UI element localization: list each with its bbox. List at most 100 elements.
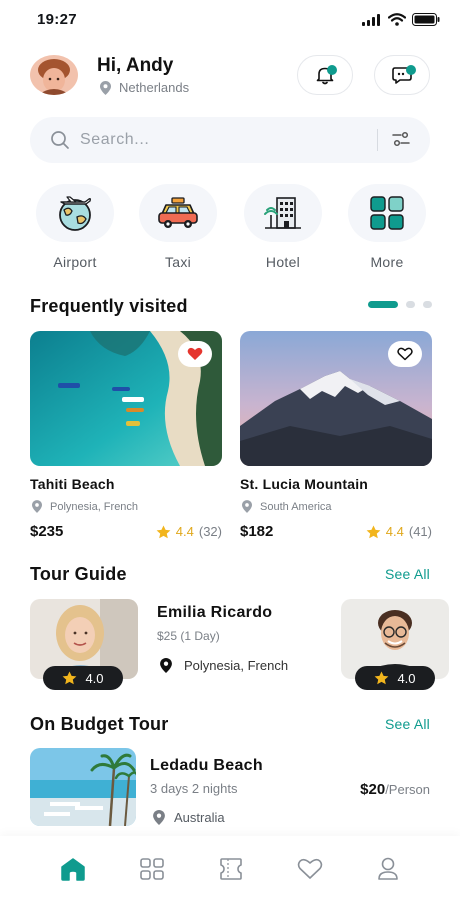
star-icon [375, 671, 389, 685]
greeting: Hi, Andy [97, 55, 174, 76]
guide-rating-badge: 4.0 [355, 666, 435, 690]
resort-photo [30, 748, 136, 826]
place-image-tahiti [30, 331, 222, 466]
budget-tour-title: On Budget Tour [30, 714, 169, 734]
heart-outline-icon [397, 347, 413, 361]
budget-tour-see-all-link[interactable]: See All [385, 716, 430, 732]
category-more-label: More [370, 254, 404, 270]
user-location-text: Netherlands [119, 80, 190, 95]
pager-dot-active[interactable] [368, 301, 398, 308]
location-pin-icon [160, 658, 172, 673]
place-card-tahiti[interactable]: Tahiti Beach Polynesia, French $235 4.4 … [30, 331, 222, 540]
place-name: St. Lucia Mountain [240, 476, 369, 492]
place-image-st-lucia [240, 331, 432, 466]
budget-tour-price-value: $20 [360, 781, 386, 798]
location-pin-icon [100, 80, 111, 95]
nav-favorites[interactable] [295, 856, 325, 882]
rating-count: (32) [198, 524, 222, 539]
status-bar: 19:27 [0, 0, 460, 40]
place-location-text: Polynesia, French [50, 500, 139, 513]
search-input[interactable] [80, 125, 370, 155]
budget-tour-location-text: Australia [174, 810, 225, 825]
budget-tour-image[interactable] [30, 748, 136, 826]
notifications-button[interactable] [297, 55, 353, 95]
hotel-icon [264, 197, 301, 229]
budget-tour-price: $20/Person [360, 781, 430, 798]
category-hotel-label: Hotel [265, 254, 301, 270]
taxi-icon [158, 197, 198, 228]
search-divider [377, 129, 378, 151]
nav-tickets[interactable] [216, 856, 246, 882]
nav-home[interactable] [58, 856, 88, 882]
guide-location-text: Polynesia, French [184, 658, 289, 673]
category-airport-label: Airport [53, 254, 97, 270]
place-rating: 4.4 (41) [366, 524, 432, 539]
category-hotel-circle [244, 184, 322, 242]
grid-icon [140, 858, 164, 880]
place-card-st-lucia[interactable]: St. Lucia Mountain South America $182 4.… [240, 331, 432, 540]
nav-explore[interactable] [137, 856, 167, 882]
avatar[interactable] [30, 55, 78, 95]
place-location: Polynesia, French [30, 500, 222, 513]
budget-tour-duration: 3 days 2 nights [150, 781, 238, 796]
avatar-image [30, 55, 78, 95]
rating-value: 4.4 [175, 524, 194, 539]
category-more[interactable]: More [347, 184, 427, 270]
category-airport-circle [36, 184, 114, 242]
airport-globe-icon [59, 196, 92, 231]
nav-profile[interactable] [373, 856, 403, 882]
heart-filled-icon [187, 347, 203, 360]
star-icon [63, 671, 77, 685]
category-airport[interactable]: Airport [35, 184, 115, 270]
filter-icon[interactable] [392, 131, 410, 147]
place-price: $235 [30, 523, 64, 540]
favorite-button[interactable] [388, 341, 422, 367]
guide-info[interactable]: Emilia Ricardo $25 (1 Day) Polynesia, Fr… [157, 604, 337, 673]
signal-icon [362, 13, 380, 26]
frequently-visited-title: Frequently visited [30, 296, 188, 316]
category-more-circle [348, 184, 426, 242]
tour-guide-see-all-link[interactable]: See All [385, 566, 430, 582]
guide-location: Polynesia, French [157, 658, 337, 673]
guide-rating-badge: 4.0 [43, 666, 123, 690]
category-taxi-label: Taxi [164, 254, 192, 270]
status-time: 19:27 [37, 11, 77, 28]
pager-dot[interactable] [406, 301, 415, 308]
place-meta: $182 4.4 (41) [240, 523, 432, 540]
budget-tour-location: Australia [150, 810, 263, 825]
heart-icon [297, 858, 323, 879]
battery-icon [412, 13, 440, 26]
user-location: Netherlands [100, 80, 189, 95]
rating-value: 4.4 [385, 524, 404, 539]
category-taxi-circle [139, 184, 217, 242]
location-pin-icon [32, 500, 42, 513]
place-rating: 4.4 (32) [156, 524, 222, 539]
budget-tour-name: Ledadu Beach [150, 757, 263, 774]
place-name: Tahiti Beach [30, 476, 115, 492]
rating-count: (41) [408, 524, 432, 539]
guide-price: $25 (1 Day) [157, 629, 220, 643]
category-row: Airport Taxi Hotel More [35, 184, 427, 274]
guide-name: Emilia Ricardo [157, 604, 273, 621]
place-location-text: South America [260, 500, 332, 513]
pager-dot[interactable] [423, 301, 432, 308]
notification-dot [327, 65, 337, 75]
category-taxi[interactable]: Taxi [138, 184, 218, 270]
status-icons [362, 13, 440, 26]
budget-tour-price-unit: /Person [385, 782, 430, 797]
location-pin-icon [242, 500, 252, 513]
star-icon [366, 525, 381, 538]
home-icon [61, 858, 85, 881]
place-price: $182 [240, 523, 274, 540]
ticket-icon [220, 858, 242, 880]
category-hotel[interactable]: Hotel [243, 184, 323, 270]
budget-tour-info[interactable]: Ledadu Beach 3 days 2 nights Australia [150, 757, 263, 825]
place-location: South America [240, 500, 432, 513]
search-bar [30, 117, 430, 163]
messages-button[interactable] [374, 55, 430, 95]
favorite-button[interactable] [178, 341, 212, 367]
message-dot [406, 65, 416, 75]
place-meta: $235 4.4 (32) [30, 523, 222, 540]
tour-guide-title: Tour Guide [30, 564, 127, 584]
bottom-nav [0, 836, 460, 900]
